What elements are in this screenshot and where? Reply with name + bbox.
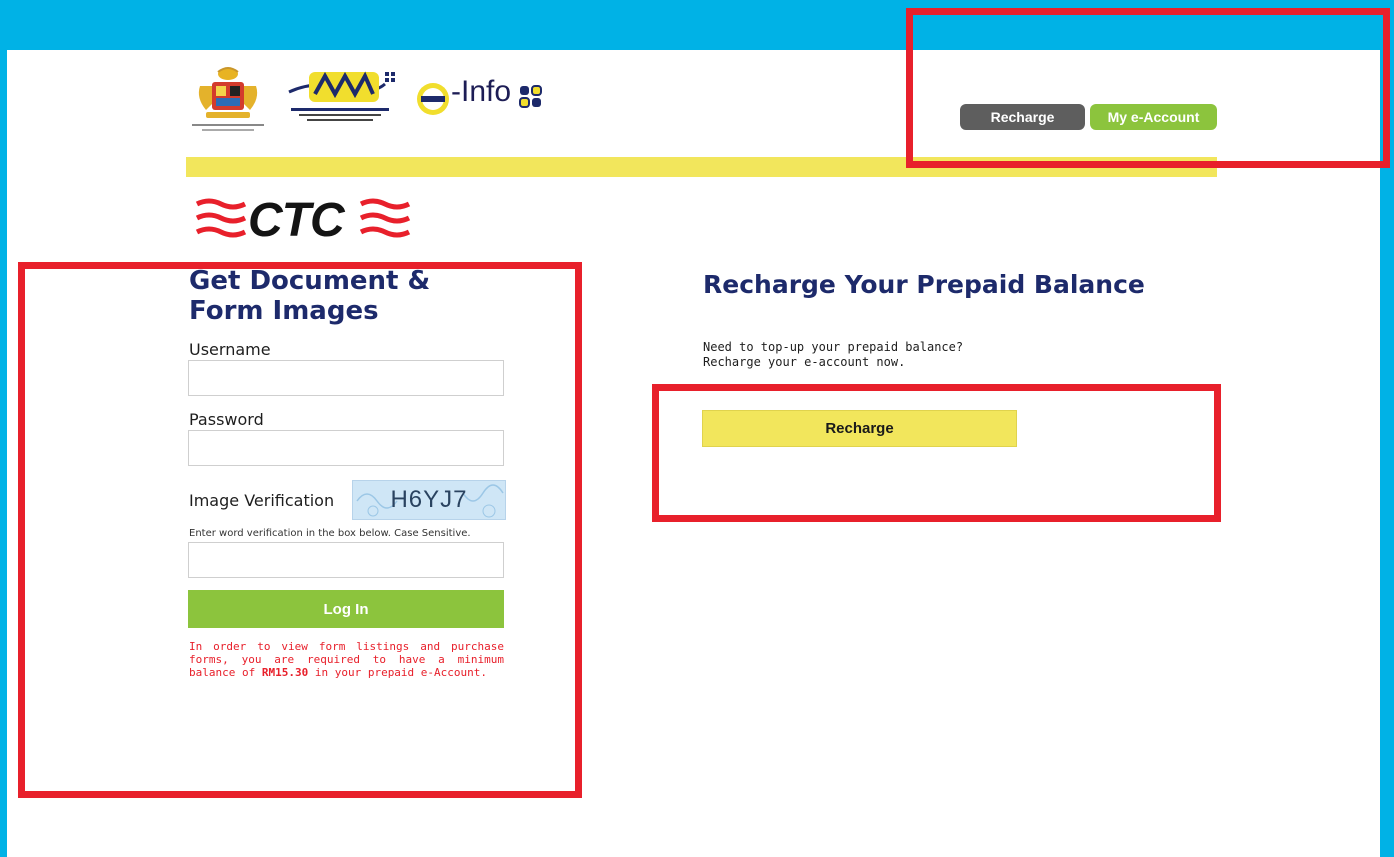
e-info-logo: -Info	[415, 75, 543, 117]
government-crest-logo	[192, 67, 264, 131]
recharge-description: Need to top-up your prepaid balance? Rec…	[703, 340, 963, 370]
highlight-box-recharge-button	[652, 384, 1221, 522]
recharge-desc-line2: Recharge your e-account now.	[703, 355, 906, 369]
ssm-logo	[288, 71, 395, 121]
e-info-e-mark-icon	[417, 82, 449, 115]
ctc-wordmark: CTC	[248, 194, 345, 247]
recharge-section-title: Recharge Your Prepaid Balance	[703, 270, 1145, 299]
grid-dots-icon	[519, 84, 543, 108]
e-info-wordmark: -Info	[451, 75, 512, 108]
recharge-desc-line1: Need to top-up your prepaid balance?	[703, 340, 964, 354]
highlight-box-login-form	[18, 262, 582, 798]
highlight-box-header-buttons	[906, 8, 1390, 168]
captcha-code: H6YJ7	[390, 486, 468, 513]
